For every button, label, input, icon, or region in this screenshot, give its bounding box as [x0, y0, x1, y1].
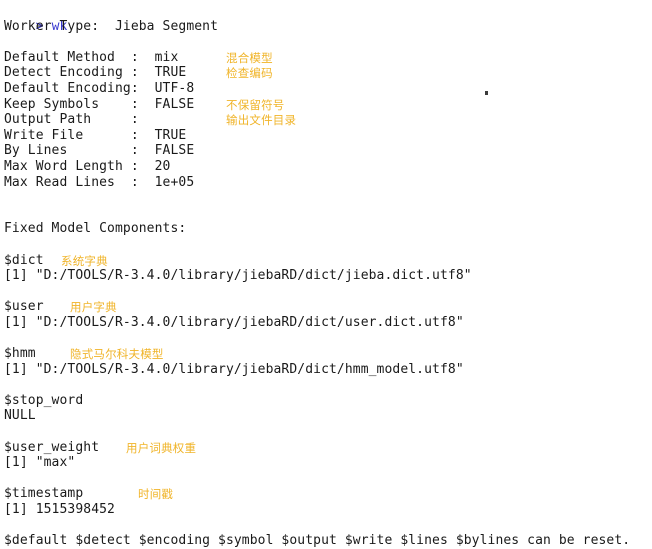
setting-value: 20	[154, 158, 171, 174]
components-heading: Fixed Model Components:	[4, 221, 187, 237]
components-list: $dict 系统字典 [1] "D:/TOOLS/R-3.4.0/library/j…	[4, 237, 652, 518]
setting-label: Default Method	[4, 49, 131, 65]
component-name: $dict	[4, 252, 44, 268]
annotation-label: 用户词典权重	[126, 440, 197, 455]
settings-list: Default Method : mix 混合模型 Detect Encoding …	[4, 50, 652, 190]
setting-label: Write File	[4, 127, 131, 143]
setting-gap	[139, 175, 155, 190]
r-console-output[interactable]: > wk Worker Type: Jieba Segment Default …	[0, 0, 652, 549]
component-name: $stop_word	[4, 392, 84, 408]
setting-gap	[139, 159, 155, 174]
component-name-row: $stop_word	[4, 393, 652, 409]
setting-separator: :	[130, 112, 139, 128]
screen-artifact-dot	[485, 91, 488, 95]
setting-label: Keep Symbols	[4, 96, 131, 112]
component-name: $hmm	[4, 346, 36, 362]
setting-value: TRUE	[154, 127, 187, 143]
setting-separator: :	[130, 174, 139, 190]
setting-row: Write File : TRUE	[4, 128, 652, 144]
component-value-row: [1] "max"	[4, 455, 76, 471]
component-name: $user	[4, 299, 44, 315]
setting-row: Detect Encoding : TRUE 检查编码	[4, 65, 652, 81]
setting-label: By Lines	[4, 143, 131, 159]
setting-value: 1e+05	[154, 174, 195, 190]
setting-label: Max Word Length	[4, 158, 131, 174]
setting-value: FALSE	[154, 96, 195, 112]
component-value-row: NULL	[4, 408, 36, 424]
component-name-row: $hmm 隐式马尔科夫模型	[4, 346, 652, 362]
setting-row: Default Encoding: UTF-8	[4, 81, 652, 97]
setting-row: Output Path : 输出文件目录	[4, 112, 652, 128]
component-name-row: $user_weight 用户词典权重	[4, 440, 652, 456]
setting-separator: :	[130, 65, 139, 81]
setting-gap	[139, 50, 155, 65]
setting-gap	[139, 143, 155, 158]
worker-type-line: Worker Type: Jieba Segment	[4, 18, 219, 34]
setting-row: Keep Symbols : FALSE 不保留符号	[4, 97, 652, 113]
setting-separator: :	[130, 127, 139, 143]
setting-separator: :	[130, 143, 139, 159]
setting-label: Detect Encoding	[4, 65, 131, 81]
annotation-label: 时间戳	[138, 487, 174, 502]
setting-value: TRUE	[154, 65, 187, 81]
setting-value: mix	[154, 49, 179, 65]
annotation-label: 用户字典	[70, 300, 117, 315]
setting-separator: :	[130, 49, 139, 65]
annotation-label: 不保留符号	[226, 97, 285, 112]
component-name-row: $dict 系统字典	[4, 253, 652, 269]
setting-gap	[139, 65, 155, 80]
annotation-label: 系统字典	[61, 253, 108, 268]
setting-gap	[139, 112, 155, 127]
setting-label: Max Read Lines	[4, 174, 131, 190]
component-name: $timestamp	[4, 486, 84, 502]
component-value-row: [1] "D:/TOOLS/R-3.4.0/library/jiebaRD/di…	[4, 314, 464, 330]
annotation-label: 混合模型	[226, 50, 273, 65]
setting-gap	[139, 81, 155, 96]
console-prompt-line: > wk	[4, 3, 652, 34]
component-value-row: [1] "D:/TOOLS/R-3.4.0/library/jiebaRD/di…	[4, 268, 472, 284]
setting-separator: :	[130, 80, 139, 96]
footer-hint-line: $default $detect $encoding $symbol $outp…	[4, 533, 631, 549]
setting-separator: :	[130, 158, 139, 174]
setting-separator: :	[130, 96, 139, 112]
setting-row: Max Read Lines : 1e+05	[4, 175, 652, 191]
component-value-row: [1] 1515398452	[4, 502, 115, 517]
annotation-label: 检查编码	[226, 66, 273, 81]
setting-row: Max Word Length : 20	[4, 159, 652, 175]
setting-label: Output Path	[4, 112, 131, 128]
annotation-label: 输出文件目录	[226, 113, 297, 128]
setting-gap	[139, 128, 155, 143]
setting-row: By Lines : FALSE	[4, 143, 652, 159]
setting-value: UTF-8	[154, 80, 195, 96]
setting-label: Default Encoding	[4, 80, 131, 96]
setting-value: FALSE	[154, 143, 195, 159]
component-value-row: [1] "D:/TOOLS/R-3.4.0/library/jiebaRD/di…	[4, 361, 464, 377]
setting-gap	[139, 97, 155, 112]
component-name: $user_weight	[4, 439, 100, 455]
annotation-label: 隐式马尔科夫模型	[70, 347, 164, 362]
component-name-row: $user 用户字典	[4, 299, 652, 315]
component-name-row: $timestamp 时间戳	[4, 486, 652, 502]
setting-row: Default Method : mix 混合模型	[4, 50, 652, 66]
